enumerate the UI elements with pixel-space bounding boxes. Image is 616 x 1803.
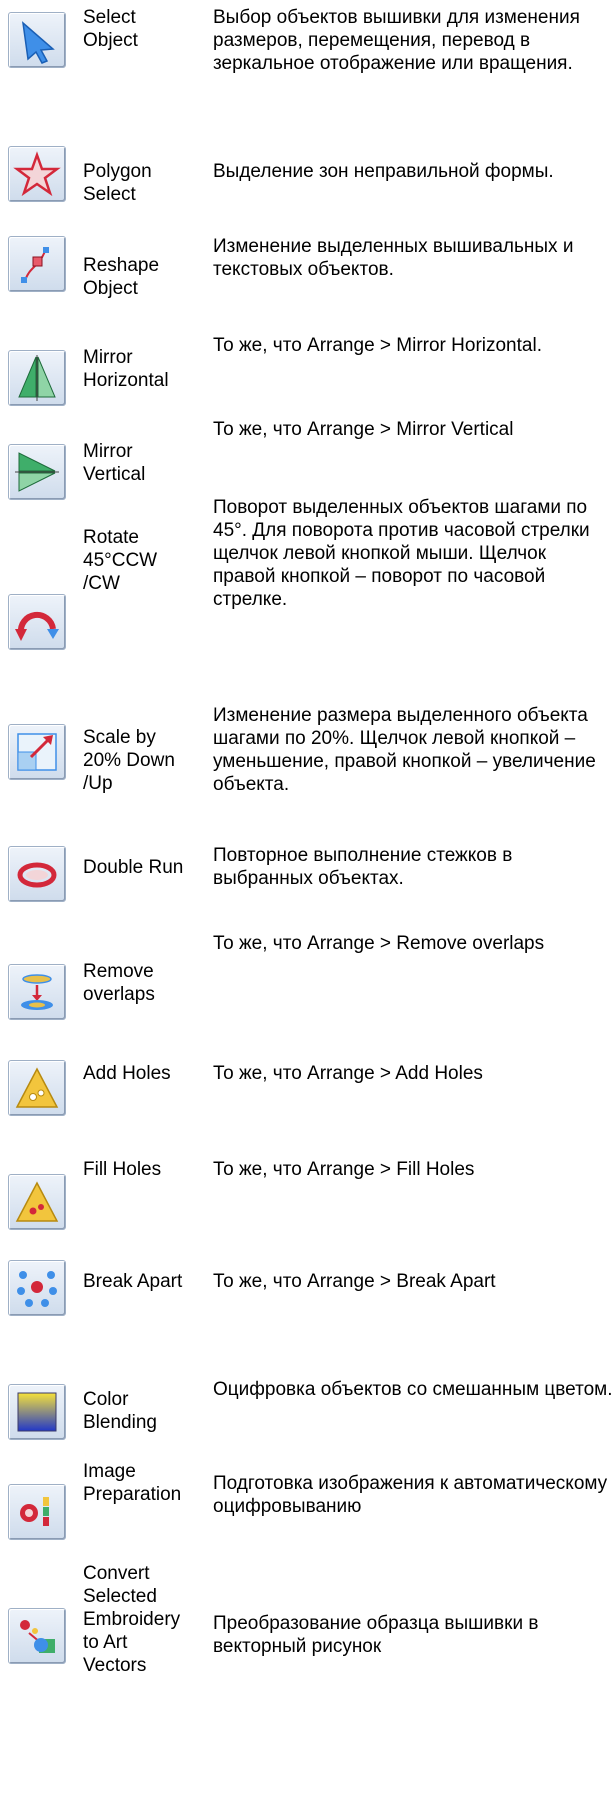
tool-name: Rotate 45°CCW /CW: [83, 527, 158, 594]
tool-name: Break Apart: [83, 1271, 183, 1292]
tool-name: Color Blending: [83, 1389, 157, 1433]
tool-description: То же, что Arrange > Remove overlaps: [213, 933, 545, 954]
remove-overlaps-icon: [8, 964, 66, 1020]
tool-name: Fill Holes: [83, 1159, 162, 1180]
tool-name: Polygon Select: [83, 161, 152, 205]
mirror-vertical-icon: [8, 444, 66, 500]
rotate-arrow-icon: [8, 594, 66, 650]
tool-name: Double Run: [83, 857, 184, 878]
tool-name: Image Preparation: [83, 1461, 182, 1505]
tool-description: Выделение зон неправильной формы.: [213, 161, 554, 182]
tool-name: Add Holes: [83, 1063, 171, 1084]
tool-description: То же, что Arrange > Fill Holes: [213, 1159, 475, 1180]
convert-to-vectors-icon: [8, 1608, 66, 1664]
tool-name: Mirror Vertical: [83, 441, 146, 485]
tool-description: То же, что Arrange > Mirror Vertical: [213, 419, 514, 440]
tool-name: Select Object: [83, 7, 138, 51]
polygon-select-star-icon: [8, 146, 66, 202]
image-preparation-icon: [8, 1484, 66, 1540]
scale-arrow-icon: [8, 724, 66, 780]
tool-description: Выбор объектов вышивки для изменения раз…: [213, 7, 580, 74]
tool-name: Convert Selected Embroidery to Art Vecto…: [83, 1563, 181, 1676]
reshape-node-icon: [8, 236, 66, 292]
select-arrow-icon: [8, 12, 66, 68]
tool-description: То же, что Arrange > Add Holes: [213, 1063, 483, 1084]
tool-name: Scale by 20% Down /Up: [83, 727, 175, 794]
tool-name: Mirror Horizontal: [83, 347, 169, 391]
mirror-horizontal-icon: [8, 350, 66, 406]
tool-name: Reshape Object: [83, 255, 160, 299]
break-apart-icon: [8, 1260, 66, 1316]
tool-description: Изменение выделенных вышивальных и текст…: [213, 236, 574, 280]
tool-description: Преобразование образца вышивки в векторн…: [213, 1613, 539, 1657]
color-blending-gradient-icon: [8, 1384, 66, 1440]
add-holes-triangle-icon: [8, 1060, 66, 1116]
tool-description: То же, что Arrange > Break Apart: [213, 1271, 496, 1292]
tool-description: Оцифровка объектов со смешанным цветом.: [213, 1379, 613, 1400]
tool-description: Подготовка изображения к автоматическому…: [213, 1473, 608, 1517]
tool-description: Повторное выполнение стежков в выбранных…: [213, 845, 513, 889]
tool-description: То же, что Arrange > Mirror Horizontal.: [213, 335, 542, 356]
tool-name: Remove overlaps: [83, 961, 155, 1005]
double-run-loop-icon: [8, 846, 66, 902]
tool-description: Изменение размера выделенного объекта ша…: [213, 705, 596, 795]
tool-description: Поворот выделенных объектов шагами по 45…: [213, 497, 590, 610]
fill-holes-triangle-icon: [8, 1174, 66, 1230]
